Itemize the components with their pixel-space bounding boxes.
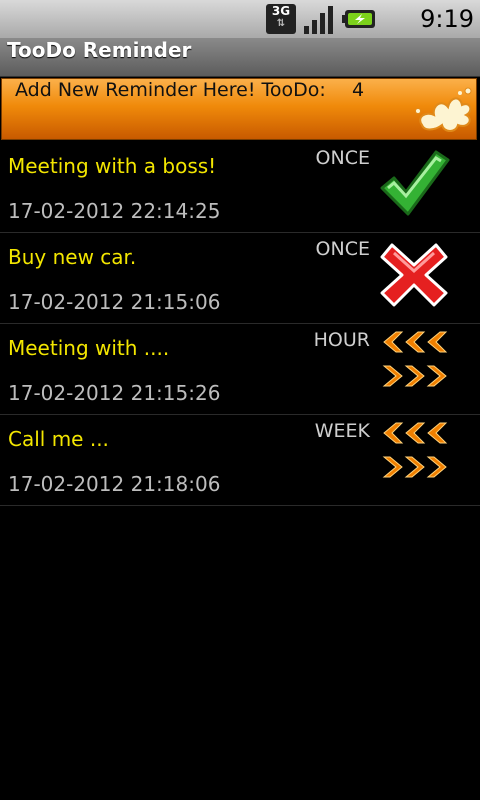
reminder-title: Meeting with a boss! bbox=[8, 154, 217, 178]
reminder-title: Buy new car. bbox=[8, 245, 137, 269]
reminder-row[interactable]: Meeting with a boss! 17-02-2012 22:14:25… bbox=[0, 142, 480, 233]
reminder-date: 17-02-2012 21:15:06 bbox=[8, 290, 221, 314]
todo-count: 4 bbox=[352, 79, 365, 101]
app-title-bar: TooDo Reminder bbox=[0, 38, 480, 77]
data-arrows-icon: ⇅ bbox=[276, 18, 286, 29]
reminder-date: 17-02-2012 21:18:06 bbox=[8, 472, 221, 496]
checkmark-icon[interactable] bbox=[378, 148, 450, 220]
add-reminder-label: Add New Reminder Here! TooDo: bbox=[15, 79, 326, 101]
chevron-right-icon bbox=[382, 456, 447, 478]
add-reminder-button[interactable]: Add New Reminder Here! TooDo: 4 bbox=[1, 78, 477, 140]
splash-icon bbox=[415, 87, 472, 132]
app-title: TooDo Reminder bbox=[7, 38, 192, 62]
reminder-title: Call me ... bbox=[8, 427, 109, 451]
reminder-row[interactable]: Meeting with .... 17-02-2012 21:15:26 HO… bbox=[0, 324, 480, 415]
chevron-left-icon bbox=[383, 331, 448, 353]
3g-data-icon: 3G ⇅ bbox=[266, 4, 296, 34]
battery-charging-icon bbox=[342, 10, 375, 28]
signal-icon bbox=[304, 6, 333, 34]
clock: 9:19 PM bbox=[420, 5, 474, 65]
reminder-row[interactable]: Buy new car. 17-02-2012 21:15:06 ONCE bbox=[0, 233, 480, 324]
red-x-icon[interactable] bbox=[378, 239, 450, 311]
reminder-frequency: ONCE bbox=[315, 147, 370, 169]
reminder-date: 17-02-2012 22:14:25 bbox=[8, 199, 221, 223]
chevron-right-icon bbox=[382, 365, 447, 387]
reminder-title: Meeting with .... bbox=[8, 336, 170, 360]
chevron-left-icon bbox=[383, 422, 448, 444]
status-bar: 3G ⇅ 9:19 PM bbox=[0, 0, 480, 65]
reminder-frequency: HOUR bbox=[313, 329, 370, 351]
network-label: 3G bbox=[271, 4, 291, 18]
reminder-date: 17-02-2012 21:15:26 bbox=[8, 381, 221, 405]
reminder-row[interactable]: Call me ... 17-02-2012 21:18:06 WEEK bbox=[0, 415, 480, 506]
reminder-frequency: ONCE bbox=[315, 238, 370, 260]
reminder-frequency: WEEK bbox=[314, 420, 370, 442]
